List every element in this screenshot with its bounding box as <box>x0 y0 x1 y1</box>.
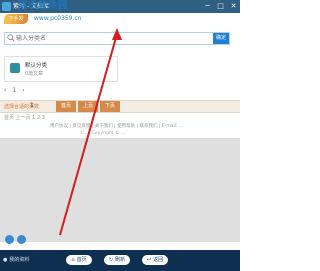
content-background <box>0 138 240 242</box>
refresh-icon: ↻ <box>108 257 114 263</box>
pager: ‹ 1 › <box>4 87 25 94</box>
watermark-url: www.pc0359.cn <box>34 15 82 22</box>
app-logo-icon <box>2 2 11 11</box>
watermark-slogan: 下手发 <box>4 14 28 24</box>
back-button[interactable]: ↩ 返回 <box>142 255 168 265</box>
close-button[interactable]: ✕ <box>229 0 238 13</box>
next-page-button[interactable]: › <box>22 87 24 94</box>
refresh-fab-icon[interactable] <box>5 235 14 244</box>
category-count: 0篇文章 <box>25 71 44 77</box>
category-item[interactable]: 默认分类 0篇文章 <box>4 56 118 82</box>
current-page: 1 <box>12 87 17 94</box>
pagination-strip: 选择合适的页数 1 首页 上页 下页 <box>0 100 240 113</box>
home-button[interactable]: ⌂ 首页 <box>66 255 92 265</box>
header: 下手发 www.pc0359.cn <box>0 13 240 29</box>
category-name: 默认分类 <box>25 63 48 69</box>
footer-copyright: © ... Copyright © ... <box>80 131 126 136</box>
prev-button[interactable]: 上页 <box>78 101 98 112</box>
back-icon: ↩ <box>146 257 152 263</box>
maximize-button[interactable]: □ <box>216 0 225 13</box>
search-bar: 确定 <box>4 32 230 45</box>
user-icon: ● <box>3 256 8 263</box>
sync-fab-icon[interactable] <box>17 235 26 244</box>
search-input[interactable] <box>16 33 201 44</box>
minimize-button[interactable]: ─ <box>203 0 212 13</box>
refresh-button[interactable]: ↻ 刷新 <box>104 255 130 265</box>
next-button[interactable]: 下页 <box>100 101 120 112</box>
search-button[interactable]: 确定 <box>213 33 229 44</box>
search-icon <box>7 34 15 42</box>
folder-icon <box>10 63 20 73</box>
pagination-count: 1 <box>30 102 34 109</box>
my-profile-link[interactable]: ● 我的资料 <box>3 256 29 264</box>
footer-links: 用户协议 | 意见反馈 | 关于我们 | 使用帮助 | 联系我们 | E-mai… <box>50 124 184 129</box>
home-icon: ⌂ <box>71 257 75 263</box>
watermark-brand: 河乐软件园 <box>18 1 69 11</box>
first-page-button[interactable]: 首页 <box>56 101 76 112</box>
prev-page-button[interactable]: ‹ <box>4 87 6 94</box>
footer-pages: 首页 上一页 1 2 3 <box>4 115 45 121</box>
bottom-toolbar: ● 我的资料 ⌂ 首页 ↻ 刷新 ↩ 返回 <box>0 250 240 271</box>
window-controls: ─ □ ✕ <box>203 0 238 13</box>
